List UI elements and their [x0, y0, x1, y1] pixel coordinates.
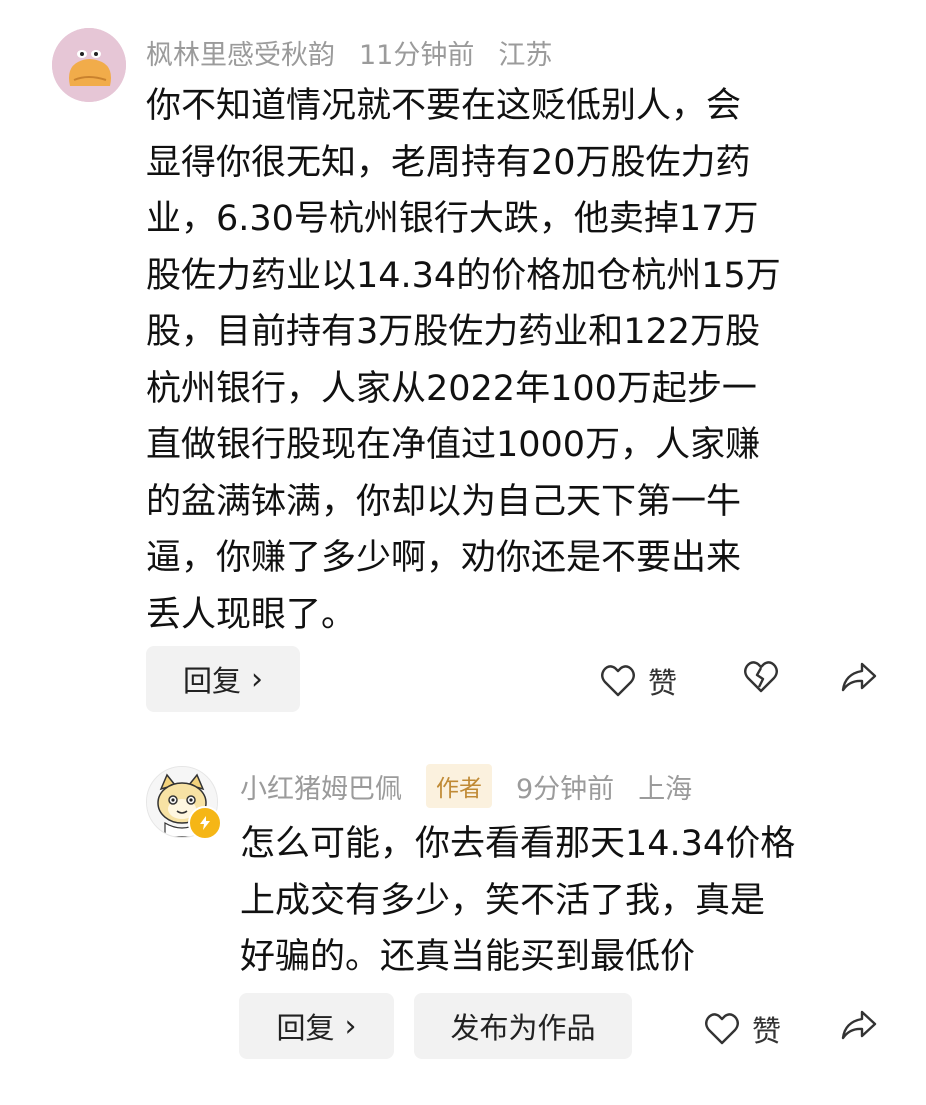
like-button[interactable]: 赞 [704, 1008, 781, 1050]
avatar-image [52, 28, 126, 102]
reply-button[interactable]: 回复 › [239, 993, 394, 1059]
username[interactable]: 枫林里感受秋韵 [146, 33, 335, 72]
avatar[interactable] [52, 28, 126, 102]
comment-meta: 枫林里感受秋韵 11分钟前 江苏 [146, 30, 576, 74]
chevron-right-icon: › [251, 661, 263, 697]
like-label: 赞 [752, 1014, 782, 1048]
chevron-right-icon: › [344, 1008, 357, 1044]
comment-time: 11分钟前 [359, 39, 475, 71]
lightning-badge-icon [188, 806, 222, 840]
share-arrow-icon [841, 1010, 877, 1040]
comment-time: 9分钟前 [516, 773, 615, 805]
publish-label: 发布为作品 [450, 1011, 596, 1045]
like-label: 赞 [648, 666, 678, 700]
broken-heart-icon [744, 661, 778, 693]
badge-glyph [200, 816, 210, 830]
heart-outline-icon [601, 665, 635, 697]
share-arrow-icon [841, 662, 877, 692]
comment-location: 上海 [638, 773, 693, 805]
reply-button[interactable]: 回复 › [146, 646, 300, 712]
share-button[interactable] [840, 660, 878, 694]
dislike-button[interactable] [743, 660, 779, 694]
like-button[interactable]: 赞 [600, 660, 677, 702]
reply-label: 回复 [276, 1011, 335, 1045]
publish-as-work-button[interactable]: 发布为作品 [414, 993, 632, 1059]
comment-location: 江苏 [498, 39, 553, 71]
comment-text: 你不知道情况就不要在这贬低别人，会 显得你很无知，老周持有20万股佐力药 业，6… [146, 86, 781, 635]
comment-item: 枫林里感受秋韵 11分钟前 江苏 你不知道情况就不要在这贬低别人，会 显得你很无… [0, 0, 926, 740]
heart-outline-icon [705, 1013, 739, 1045]
author-badge: 作者 [426, 764, 492, 808]
reply-label: 回复 [182, 664, 241, 698]
username[interactable]: 小红猪姆巴佩 [240, 767, 402, 806]
reply-meta: 小红猪姆巴佩 作者 9分钟前 上海 [240, 764, 716, 808]
share-button[interactable] [840, 1008, 878, 1042]
reply-text: 怎么可能，你去看看那天14.34价格 上成交有多少，笑不活了我，真是 好骗的。还… [240, 824, 796, 977]
